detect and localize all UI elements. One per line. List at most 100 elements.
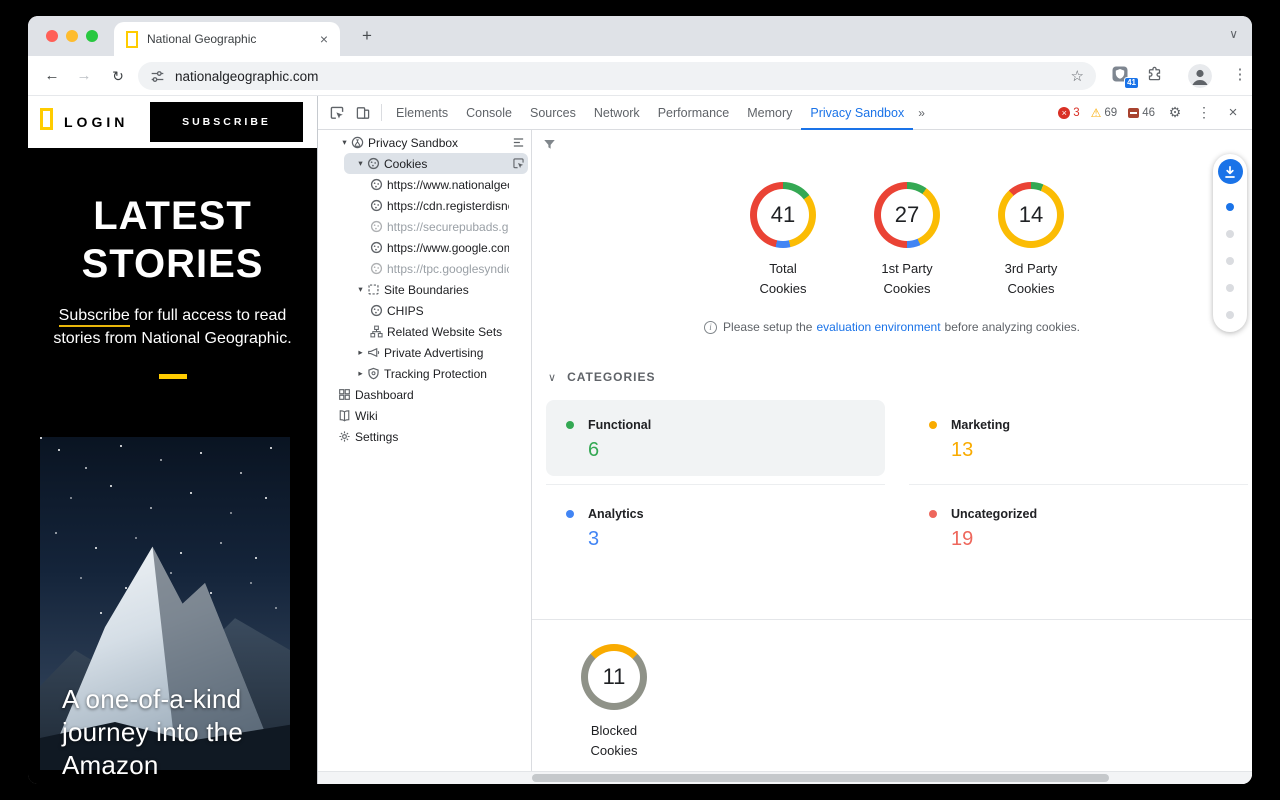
tree-item-https-www-nationalgeo[interactable]: https://www.nationalgeo: [318, 174, 531, 195]
donut-label-line: Total: [723, 259, 843, 279]
minimize-window-button[interactable]: [66, 30, 78, 42]
devtools-tabs: ElementsConsoleSourcesNetworkPerformance…: [387, 96, 913, 129]
fullscreen-window-button[interactable]: [86, 30, 98, 42]
tree-item-dashboard[interactable]: Dashboard: [318, 384, 531, 405]
tree-item-https-tpc-googlesyndic[interactable]: https://tpc.googlesyndic...: [318, 258, 531, 279]
devtools-tab-network[interactable]: Network: [585, 96, 649, 130]
natgeo-logo[interactable]: [40, 108, 53, 130]
chevron-down-icon[interactable]: ▾: [354, 158, 367, 169]
donut-label-line: Blocked: [554, 721, 674, 741]
devtools-tab-memory[interactable]: Memory: [738, 96, 801, 130]
category-card-functional[interactable]: Functional6: [546, 400, 885, 476]
float-dot-0[interactable]: [1226, 203, 1234, 211]
site-info-icon[interactable]: [150, 69, 165, 84]
info-icon: [704, 321, 717, 334]
float-dot-1[interactable]: [1226, 230, 1234, 238]
subscribe-button[interactable]: SUBSCRIBE: [150, 102, 303, 142]
devtools-tab-privacy-sandbox[interactable]: Privacy Sandbox: [801, 96, 913, 130]
new-tab-button[interactable]: [356, 25, 378, 47]
chevron-right-icon[interactable]: ▸: [354, 347, 367, 358]
horizontal-scrollbar[interactable]: [318, 771, 1252, 784]
tab-close-icon[interactable]: [316, 31, 332, 47]
chevron-down-icon[interactable]: ▾: [338, 137, 351, 148]
close-window-button[interactable]: [46, 30, 58, 42]
download-button[interactable]: [1218, 159, 1243, 184]
cookie-icon: [370, 178, 387, 191]
inspect-icon[interactable]: [512, 157, 525, 170]
tree-item-private-advertising[interactable]: ▸Private Advertising: [318, 342, 531, 363]
error-count-label: 3: [1073, 107, 1079, 119]
category-cell-marketing: Marketing13: [909, 396, 1248, 485]
tree-item-https-cdn-registerdisne[interactable]: https://cdn.registerdisne: [318, 195, 531, 216]
collapse-all-icon[interactable]: [512, 136, 525, 149]
category-header: Analytics: [566, 507, 885, 521]
warning-count[interactable]: 69: [1087, 106, 1122, 120]
tree-item-wiki[interactable]: Wiki: [318, 405, 531, 426]
float-dot-3[interactable]: [1226, 284, 1234, 292]
devtools-tab-elements[interactable]: Elements: [387, 96, 457, 130]
float-dot-2[interactable]: [1226, 257, 1234, 265]
donut-value: 27: [874, 182, 940, 248]
error-count[interactable]: 3: [1054, 107, 1083, 119]
tree-item-https-www-google-com[interactable]: https://www.google.com: [318, 237, 531, 258]
related-website-sets-icon: [370, 325, 387, 338]
tree-item-settings[interactable]: Settings: [318, 426, 531, 447]
address-bar[interactable]: nationalgeographic.com: [138, 62, 1096, 90]
devtools-tab-console[interactable]: Console: [457, 96, 521, 130]
bookmark-star-icon[interactable]: [1071, 67, 1084, 85]
category-name: Marketing: [951, 418, 1010, 432]
devtools-settings-icon[interactable]: [1162, 100, 1188, 126]
tree-item-site-boundaries[interactable]: ▾Site Boundaries: [318, 279, 531, 300]
tree-item-label: https://securepubads.g...: [387, 220, 509, 234]
tree-item-https-securepubads-g[interactable]: https://securepubads.g...: [318, 216, 531, 237]
browser-menu-icon[interactable]: [1230, 65, 1250, 83]
reload-button[interactable]: [106, 64, 130, 88]
donut-label-line: Cookies: [723, 279, 843, 299]
devtools-close-icon[interactable]: [1220, 100, 1246, 126]
tree-item-tracking-protection[interactable]: ▸Tracking Protection: [318, 363, 531, 384]
forward-button[interactable]: [72, 64, 96, 88]
devtools-tab-sources[interactable]: Sources: [521, 96, 585, 130]
active-tab[interactable]: National Geographic: [114, 22, 340, 56]
extensions-puzzle-icon[interactable]: [1146, 66, 1163, 83]
category-card-uncategorized[interactable]: Uncategorized19: [909, 489, 1248, 565]
url-text[interactable]: nationalgeographic.com: [175, 69, 1071, 84]
devtools-tab-performance[interactable]: Performance: [649, 96, 739, 130]
tab-search-chevron-icon[interactable]: [1229, 27, 1238, 41]
category-card-marketing[interactable]: Marketing13: [909, 400, 1248, 476]
tree-item-chips[interactable]: CHIPS: [318, 300, 531, 321]
privacy-sandbox-extension-button[interactable]: 41: [1110, 64, 1132, 86]
evaluation-environment-link[interactable]: evaluation environment: [816, 320, 940, 334]
cookie-icon: [367, 157, 384, 170]
tree-item-privacy-sandbox[interactable]: ▾Privacy Sandbox: [318, 132, 531, 153]
section-divider: [532, 619, 1252, 620]
devtools-panel: ElementsConsoleSourcesNetworkPerformance…: [317, 96, 1252, 784]
analytics-dot-icon: [566, 510, 574, 518]
cookie-icon: [370, 262, 387, 275]
more-tabs-button[interactable]: »: [913, 106, 930, 120]
category-cell-analytics: Analytics3: [546, 485, 885, 574]
scrollbar-thumb[interactable]: [532, 774, 1109, 782]
device-toolbar-icon[interactable]: [350, 100, 376, 126]
devtools-menu-icon[interactable]: [1191, 100, 1217, 126]
chevron-down-icon[interactable]: ▾: [354, 284, 367, 295]
back-button[interactable]: [40, 64, 64, 88]
login-button[interactable]: LOGIN: [64, 114, 128, 130]
issues-count[interactable]: 46: [1124, 107, 1159, 119]
subscribe-link[interactable]: Subscribe: [59, 307, 130, 327]
filter-icon[interactable]: [542, 137, 557, 152]
inspect-element-icon[interactable]: [324, 100, 350, 126]
tree-item-label: https://tpc.googlesyndic...: [387, 262, 509, 276]
profile-avatar[interactable]: [1188, 64, 1212, 88]
category-card-analytics[interactable]: Analytics3: [546, 489, 885, 565]
cookie-icon: [370, 304, 387, 317]
collapse-chevron-icon[interactable]: [548, 371, 557, 384]
categories-section-header[interactable]: CATEGORIES: [548, 370, 656, 384]
tree-item-related-website-sets[interactable]: Related Website Sets: [318, 321, 531, 342]
chevron-right-icon[interactable]: ▸: [354, 368, 367, 379]
tree-item-cookies[interactable]: ▾Cookies: [318, 153, 531, 174]
browser-window: National Geographic nationalgeographic.c…: [28, 16, 1252, 784]
categories-grid: Functional6 Marketing13 Analytics3 Uncatego…: [546, 396, 1248, 574]
site-boundaries-icon: [367, 283, 384, 296]
float-dot-4[interactable]: [1226, 311, 1234, 319]
